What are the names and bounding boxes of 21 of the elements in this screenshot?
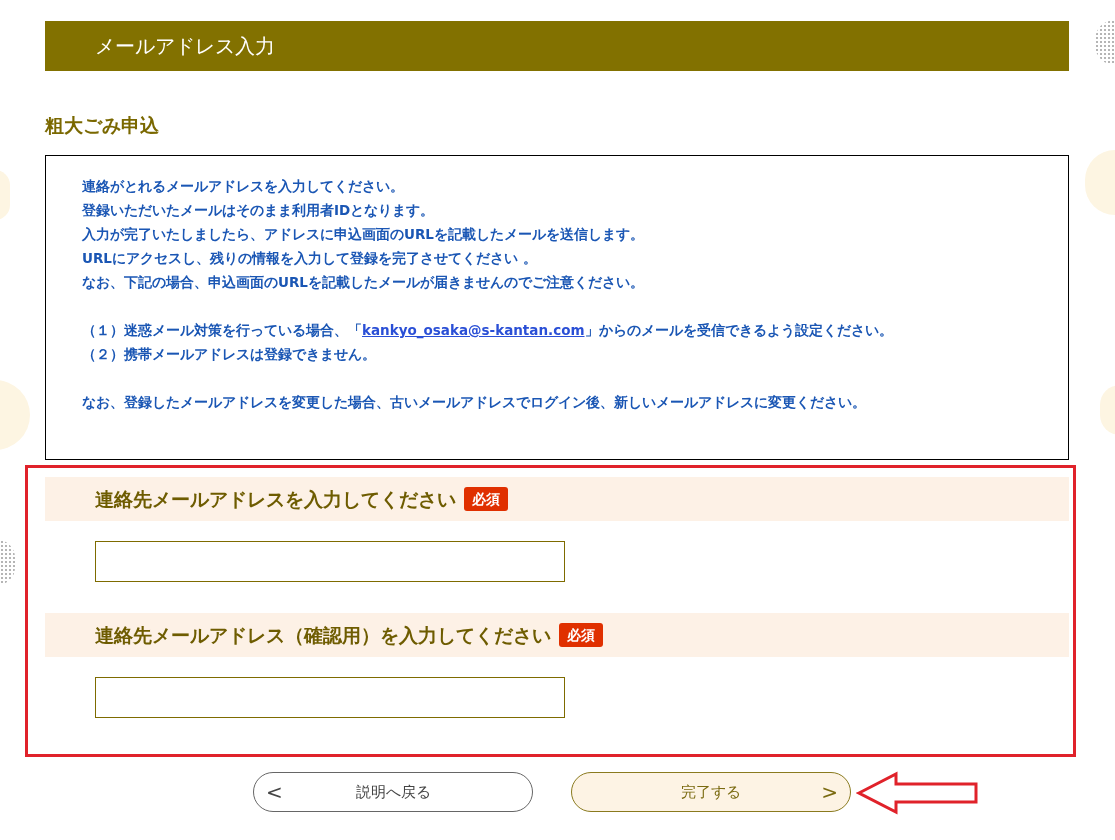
field-label: 連絡先メールアドレス（確認用）を入力してください (95, 622, 551, 648)
forward-arrow-icon: > (821, 782, 838, 802)
notice-text: なお、登録したメールアドレスを変更した場合、古いメールアドレスでログイン後、新しいメールアドレスに変更ください。 (82, 393, 867, 412)
required-badge: 必須 (559, 623, 603, 647)
email-input[interactable] (95, 541, 565, 582)
notice-text: 登録いただいたメールはそのまま利用者IDとなります。 (82, 201, 436, 220)
notice-text: 入力が完了いたしましたら、アドレスに申込画面のURLを記載したメールを送信します。 (82, 225, 645, 244)
email-link[interactable]: kankyo_osaka@s-kantan.com (362, 322, 585, 338)
notice-text: なお、下記の場合、申込画面のURLを記載したメールが届きませんのでご注意ください。 (82, 273, 645, 292)
notice-text: （１）迷惑メール対策を行っている場合、「kankyo_osaka@s-kantan.com」からのメールを受信できるよう設定ください。 (82, 321, 894, 341)
field-label: 連絡先メールアドレスを入力してください (95, 486, 456, 512)
required-badge: 必須 (464, 487, 508, 511)
notice-text: 連絡がとれるメールアドレスを入力してください。 (82, 177, 405, 196)
page-title: 粗大ごみ申込 (45, 113, 160, 138)
header-title: メールアドレス入力 (95, 33, 275, 60)
complete-button[interactable]: 完了する > (571, 772, 851, 812)
notice-text: （２）携帯メールアドレスは登録できません。 (82, 345, 377, 364)
back-button[interactable]: < 説明へ戻る (253, 772, 533, 812)
notice-text: URLにアクセスし、残りの情報を入力して登録を完了させてください 。 (82, 249, 538, 268)
back-arrow-icon: < (266, 782, 283, 802)
email-input[interactable] (95, 677, 565, 718)
